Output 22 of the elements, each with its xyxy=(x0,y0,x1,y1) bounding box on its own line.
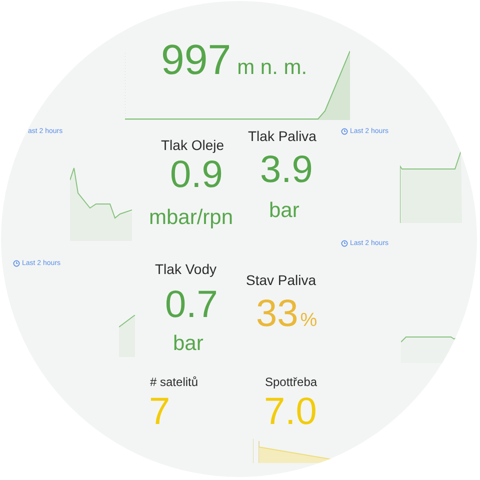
stat-title: Spottřeba xyxy=(265,376,318,390)
sparkline-drawing xyxy=(119,315,136,357)
sparkline-drawing xyxy=(400,151,462,223)
stat-value: 7.0 xyxy=(264,393,317,431)
clock-icon xyxy=(341,128,348,135)
clock-icon xyxy=(13,260,20,267)
altitude-value: 997 xyxy=(161,39,232,81)
stat-title: Stav Paliva xyxy=(246,273,316,288)
stat-value: 33% xyxy=(256,295,318,333)
clock-icon xyxy=(341,240,348,247)
altitude-unit: m n. m. xyxy=(237,57,308,78)
stat-title: Tlak Oleje xyxy=(161,138,224,154)
stat-unit: bar xyxy=(173,333,204,354)
stat-value: 0.7 xyxy=(165,286,218,324)
stat-unit: mbar/rpn xyxy=(149,207,234,228)
stat-title: Tlak Vody xyxy=(155,262,216,278)
stat-value: 7 xyxy=(149,393,170,431)
stat-value: 0.9 xyxy=(170,156,223,194)
stat-unit: bar xyxy=(269,200,300,221)
stat-value: 3.9 xyxy=(260,151,313,189)
stat-title: # satelitů xyxy=(150,376,198,390)
stat-title: Tlak Paliva xyxy=(248,129,316,144)
